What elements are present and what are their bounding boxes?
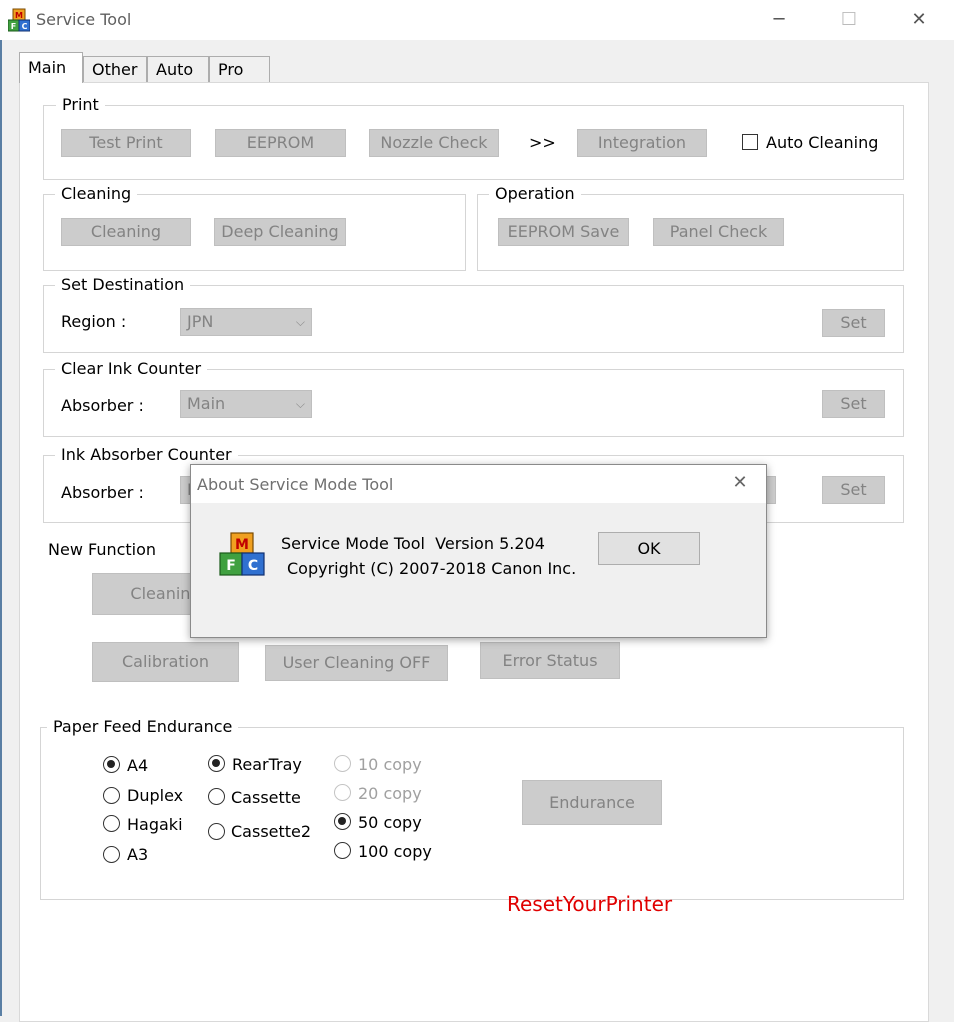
set-destination-title: Set Destination — [55, 275, 191, 295]
ok-button[interactable]: OK — [598, 532, 700, 565]
calibration-button[interactable]: Calibration — [92, 642, 239, 682]
svg-text:C: C — [22, 22, 28, 31]
print-group-title: Print — [56, 95, 105, 115]
clear-ink-counter-title: Clear Ink Counter — [55, 359, 208, 379]
tab-main[interactable]: Main — [19, 52, 83, 83]
dialog-close-button[interactable]: ✕ — [725, 471, 755, 495]
test-print-button[interactable]: Test Print — [61, 129, 191, 157]
window-title: Service Tool — [36, 10, 132, 29]
svg-text:C: C — [248, 558, 258, 574]
title-bar: M F C Service Tool ─ ☐ ✕ — [0, 0, 954, 40]
clear-absorber-label: Absorber : — [61, 396, 144, 415]
more-arrow: >> — [529, 133, 556, 152]
app-icon: M F C — [8, 8, 30, 32]
clear-absorber-value: Main — [187, 394, 226, 413]
ink-absorber-label: Absorber : — [61, 483, 144, 502]
svg-text:F: F — [11, 22, 16, 31]
clear-ink-set-button[interactable]: Set — [822, 390, 885, 418]
endurance-button[interactable]: Endurance — [522, 780, 662, 825]
auto-cleaning-label: Auto Cleaning — [766, 133, 879, 152]
cleaning-group-title: Cleaning — [55, 184, 138, 204]
radio-reartray-label: RearTray — [232, 755, 302, 774]
region-value: JPN — [187, 312, 214, 331]
dialog-title-bar: About Service Mode Tool ✕ — [191, 465, 766, 503]
radio-reartray[interactable] — [208, 755, 225, 772]
error-status-button[interactable]: Error Status — [480, 642, 620, 679]
svg-text:F: F — [226, 558, 236, 574]
svg-text:M: M — [235, 537, 249, 553]
radio-hagaki[interactable] — [103, 815, 120, 832]
radio-a4[interactable] — [103, 756, 120, 773]
radio-10-copy-label: 10 copy — [358, 755, 422, 774]
nozzle-check-button[interactable]: Nozzle Check — [369, 129, 499, 157]
watermark-text: ResetYourPrinter — [507, 892, 673, 916]
app-logo-icon: M F C — [219, 532, 265, 576]
minimize-button[interactable]: ─ — [764, 8, 794, 32]
radio-100-copy-label: 100 copy — [358, 842, 432, 861]
radio-100-copy[interactable] — [334, 842, 351, 859]
radio-50-copy[interactable] — [334, 813, 351, 830]
region-select[interactable]: JPN ⌵ — [180, 308, 312, 336]
radio-cassette2[interactable] — [208, 823, 225, 840]
auto-cleaning-checkbox[interactable] — [742, 134, 758, 150]
chevron-down-icon: ⌵ — [295, 315, 305, 329]
ink-absorber-counter-title: Ink Absorber Counter — [55, 445, 238, 465]
eeprom-save-button[interactable]: EEPROM Save — [498, 218, 629, 246]
clear-ink-counter-group — [43, 369, 904, 437]
tab-other[interactable]: Other — [83, 56, 147, 82]
radio-cassette[interactable] — [208, 788, 225, 805]
radio-50-copy-label: 50 copy — [358, 813, 422, 832]
maximize-button[interactable]: ☐ — [834, 8, 864, 32]
dialog-title: About Service Mode Tool — [197, 475, 394, 494]
paper-feed-group — [40, 727, 904, 900]
window-edge — [0, 40, 2, 1016]
eeprom-button[interactable]: EEPROM — [215, 129, 346, 157]
chevron-down-icon: ⌵ — [295, 397, 305, 411]
user-cleaning-off-button[interactable]: User Cleaning OFF — [265, 645, 448, 681]
radio-duplex-label: Duplex — [127, 786, 184, 805]
close-button[interactable]: ✕ — [904, 8, 934, 32]
integration-button[interactable]: Integration — [577, 129, 707, 157]
ink-absorber-set-button[interactable]: Set — [822, 476, 885, 504]
radio-cassette-label: Cassette — [231, 788, 301, 807]
radio-a3-label: A3 — [127, 845, 149, 864]
region-label: Region : — [61, 312, 127, 331]
radio-a4-label: A4 — [127, 756, 149, 775]
about-dialog: About Service Mode Tool ✕ M F C Service … — [190, 464, 767, 638]
operation-group-title: Operation — [489, 184, 581, 204]
clear-absorber-select[interactable]: Main ⌵ — [180, 390, 312, 418]
radio-duplex[interactable] — [103, 787, 120, 804]
dialog-copyright-text: Copyright (C) 2007-2018 Canon Inc. — [287, 559, 577, 578]
radio-10-copy[interactable] — [334, 755, 351, 772]
radio-20-copy-label: 20 copy — [358, 784, 422, 803]
radio-cassette2-label: Cassette2 — [231, 822, 312, 841]
deep-cleaning-button[interactable]: Deep Cleaning — [214, 218, 346, 246]
cleaning-button[interactable]: Cleaning — [61, 218, 191, 246]
svg-text:M: M — [15, 11, 23, 20]
tab-pro[interactable]: Pro — [209, 56, 270, 82]
new-function-title: New Function — [48, 540, 157, 559]
destination-set-button[interactable]: Set — [822, 309, 885, 337]
radio-hagaki-label: Hagaki — [127, 815, 183, 834]
panel-check-button[interactable]: Panel Check — [653, 218, 784, 246]
set-destination-group — [43, 285, 904, 353]
paper-feed-title: Paper Feed Endurance — [47, 717, 239, 737]
tab-auto[interactable]: Auto — [147, 56, 209, 82]
radio-a3[interactable] — [103, 846, 120, 863]
radio-20-copy[interactable] — [334, 784, 351, 801]
dialog-version-text: Service Mode Tool Version 5.204 — [281, 534, 545, 553]
